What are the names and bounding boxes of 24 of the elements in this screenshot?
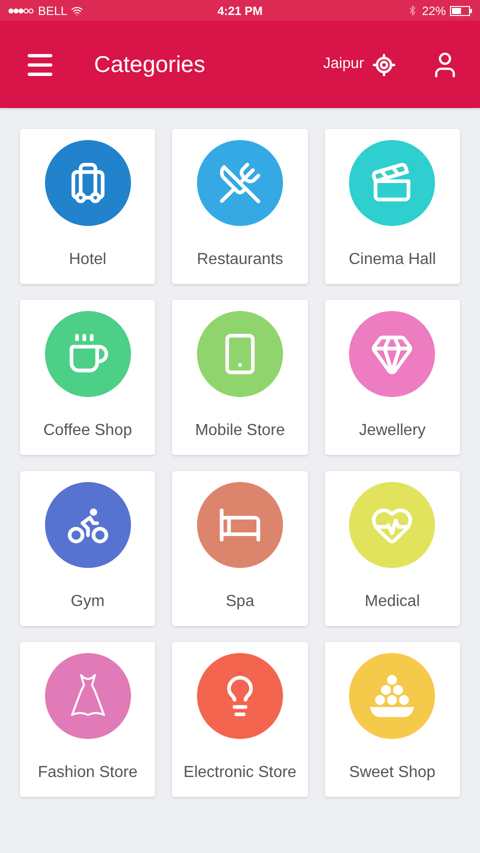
- signal-icon: [8, 8, 34, 14]
- category-card[interactable]: Hotel: [20, 129, 156, 284]
- carrier-name: BELL: [38, 2, 68, 20]
- category-card[interactable]: Cinema Hall: [324, 129, 460, 284]
- category-card[interactable]: Spa: [172, 471, 308, 626]
- location-button[interactable]: Jaipur: [323, 52, 396, 76]
- wifi-icon: [71, 4, 84, 16]
- sweets-bowl-icon: [368, 673, 416, 719]
- status-time: 4:21 PM: [217, 2, 263, 20]
- category-card[interactable]: Jewellery: [324, 300, 460, 455]
- category-card[interactable]: Medical: [324, 471, 460, 626]
- category-card[interactable]: Gym: [20, 471, 156, 626]
- category-card[interactable]: Fashion Store: [20, 642, 156, 797]
- category-card[interactable]: Mobile Store: [172, 300, 308, 455]
- utensils-icon: [218, 161, 262, 205]
- battery-percent: 22%: [422, 2, 446, 20]
- bluetooth-icon: [406, 5, 418, 16]
- page-title: Categories: [94, 50, 206, 80]
- category-card[interactable]: Electronic Store: [172, 642, 308, 797]
- category-card[interactable]: Coffee Shop: [20, 300, 156, 455]
- category-card[interactable]: Restaurants: [172, 129, 308, 284]
- category-card[interactable]: Sweet Shop: [324, 642, 460, 797]
- battery-icon: [450, 6, 472, 16]
- crosshair-icon: [372, 52, 396, 76]
